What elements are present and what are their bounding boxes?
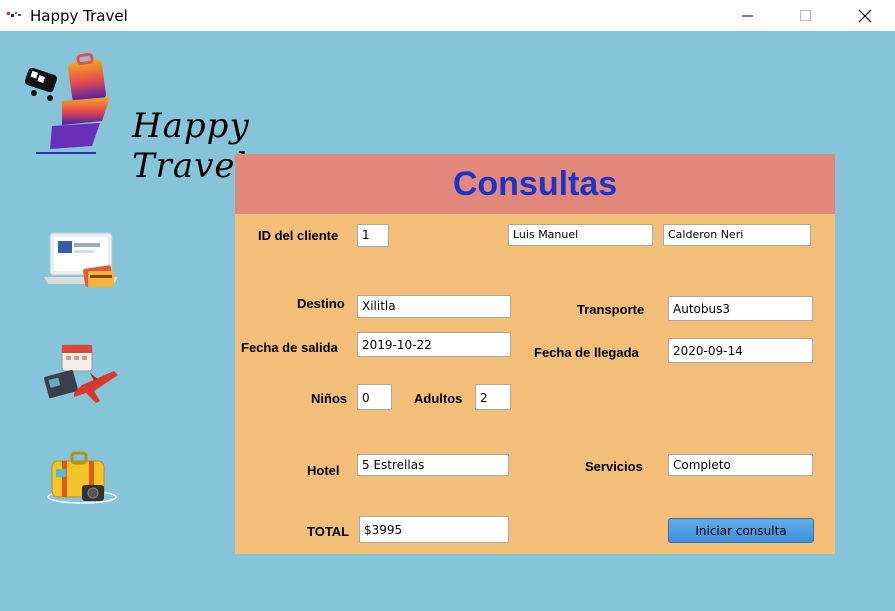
title-bar: Happy Travel bbox=[0, 0, 895, 31]
total-field[interactable]: $3995 bbox=[359, 516, 509, 543]
panel-title: Consultas bbox=[452, 164, 618, 203]
travel-calendar-plane-icon bbox=[44, 344, 118, 403]
first-name-field[interactable]: Luis Manuel bbox=[508, 224, 653, 246]
destination-field[interactable]: Xilitla bbox=[357, 295, 511, 318]
adults-label: Adultos bbox=[414, 391, 463, 406]
children-field[interactable]: 0 bbox=[357, 384, 392, 410]
maximize-button[interactable] bbox=[783, 0, 829, 31]
minimize-button[interactable] bbox=[725, 0, 771, 31]
logo-graphic-icon bbox=[24, 52, 110, 154]
panel-header: Consultas bbox=[235, 154, 835, 214]
services-field[interactable]: Completo bbox=[668, 454, 813, 476]
last-name-field[interactable]: Calderon Neri bbox=[663, 224, 811, 246]
departure-field[interactable]: 2019-10-22 bbox=[357, 332, 511, 357]
transport-field[interactable]: Autobus3 bbox=[668, 296, 813, 321]
transport-label: Transporte bbox=[577, 302, 645, 317]
close-button[interactable] bbox=[842, 0, 888, 31]
arrival-field[interactable]: 2020-09-14 bbox=[668, 338, 813, 363]
consultas-panel: Consultas ID del cliente 1 Luis Manuel C… bbox=[235, 154, 835, 554]
departure-label: Fecha de salida bbox=[241, 340, 338, 355]
total-label: TOTAL bbox=[307, 524, 350, 539]
hotel-label: Hotel bbox=[307, 463, 340, 478]
adults-field[interactable]: 2 bbox=[475, 384, 511, 410]
services-label: Servicios bbox=[585, 459, 643, 474]
client-id-field[interactable]: 1 bbox=[357, 224, 389, 247]
app-icon bbox=[7, 12, 21, 17]
client-id-label: ID del cliente bbox=[258, 228, 339, 243]
maximize-icon bbox=[800, 9, 811, 21]
laptop-payment-button[interactable] bbox=[44, 229, 118, 296]
luggage-button[interactable] bbox=[44, 451, 120, 512]
logo: Happy Travel bbox=[22, 51, 282, 186]
main-content: Happy Travel Consultas ID del cliente 1 … bbox=[0, 31, 895, 611]
children-label: Niños bbox=[311, 391, 348, 406]
minimize-icon bbox=[742, 15, 753, 16]
close-icon bbox=[858, 9, 872, 22]
start-query-button[interactable]: Iniciar consulta bbox=[668, 518, 814, 543]
hotel-field[interactable]: 5 Estrellas bbox=[357, 454, 509, 476]
suitcase-camera-icon bbox=[47, 451, 117, 504]
travel-booking-button[interactable] bbox=[44, 343, 120, 410]
laptop-payment-icon bbox=[44, 232, 118, 287]
destination-label: Destino bbox=[297, 296, 345, 311]
window-title: Happy Travel bbox=[30, 7, 128, 25]
arrival-label: Fecha de llegada bbox=[534, 345, 639, 360]
